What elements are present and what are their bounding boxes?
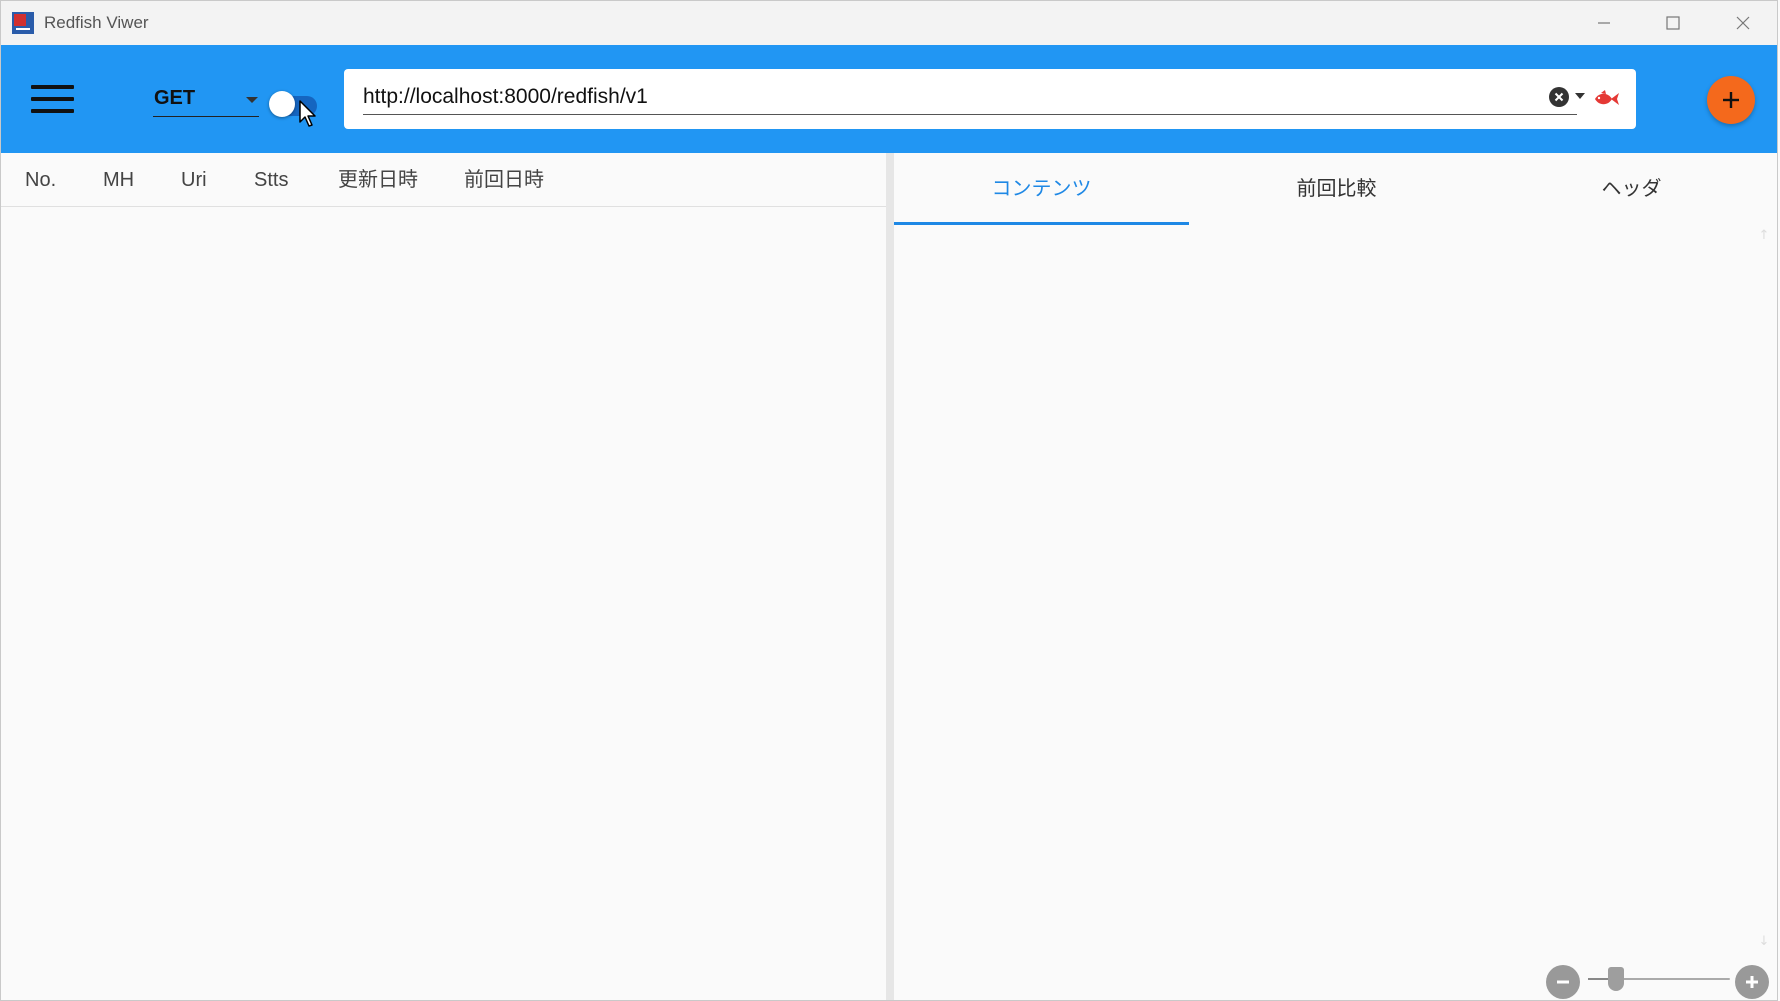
close-icon [1736, 16, 1750, 30]
minimize-icon [1598, 22, 1610, 24]
hamburger-icon-line [31, 97, 74, 101]
column-header-updated[interactable]: 更新日時 [338, 153, 418, 207]
maximize-button[interactable] [1638, 1, 1708, 45]
close-button[interactable] [1708, 1, 1777, 45]
tab-compare[interactable]: 前回比較 [1189, 153, 1484, 225]
close-icon [1554, 92, 1564, 102]
active-tab-indicator [894, 222, 1189, 225]
url-input[interactable] [363, 81, 1513, 113]
mouse-cursor-icon [299, 100, 316, 127]
minimize-button[interactable] [1569, 1, 1639, 45]
zoom-in-button[interactable] [1735, 965, 1769, 999]
history-table-header: No. MH Uri Stts 更新日時 前回日時 [1, 153, 886, 207]
title-bar: Redfish Viwer [1, 1, 1777, 45]
column-header-no[interactable]: No. [25, 153, 56, 207]
app-bar: GET [1, 45, 1777, 153]
column-header-status[interactable]: Stts [254, 153, 288, 207]
url-history-dropdown[interactable] [1575, 93, 1585, 99]
chevron-down-icon [246, 97, 258, 103]
detail-pane: コンテンツ 前回比較 ヘッダ ↑ ↓ [894, 153, 1777, 1000]
zoom-slider[interactable] [1588, 967, 1730, 991]
window-title: Redfish Viwer [44, 13, 149, 32]
pane-splitter[interactable] [886, 153, 894, 1000]
http-method-value: GET [154, 87, 196, 109]
column-header-mh[interactable]: MH [103, 153, 134, 207]
maximize-icon [1666, 16, 1680, 30]
clear-url-button[interactable] [1549, 87, 1569, 107]
tab-headers[interactable]: ヘッダ [1484, 153, 1777, 225]
history-pane: No. MH Uri Stts 更新日時 前回日時 [1, 153, 886, 1000]
minus-icon [1557, 980, 1569, 984]
toggle-thumb[interactable] [269, 91, 295, 117]
http-method-select[interactable]: GET [153, 85, 259, 117]
menu-button[interactable] [21, 75, 85, 123]
app-window: Redfish Viwer GET http://localhost:8000/… [0, 0, 1778, 1001]
hamburger-icon-line [31, 109, 74, 113]
zoom-out-button[interactable] [1546, 965, 1580, 999]
app-icon [12, 12, 34, 34]
zoom-slider-thumb[interactable] [1608, 967, 1624, 991]
scroll-up-arrow-icon[interactable]: ↑ [1753, 225, 1775, 247]
url-field [363, 81, 1585, 115]
tab-content[interactable]: コンテンツ [894, 153, 1189, 225]
column-header-uri[interactable]: Uri [181, 153, 207, 207]
scroll-down-arrow-icon[interactable]: ↓ [1753, 931, 1775, 953]
plus-icon [1746, 976, 1758, 988]
add-button[interactable] [1707, 76, 1755, 124]
fish-icon [1595, 90, 1619, 105]
detail-tabs: コンテンツ 前回比較 ヘッダ [894, 153, 1777, 225]
hamburger-icon [31, 85, 74, 89]
send-request-button[interactable] [1589, 83, 1623, 115]
column-header-previous[interactable]: 前回日時 [464, 153, 544, 207]
url-bar [344, 69, 1636, 129]
plus-icon [1723, 92, 1739, 108]
